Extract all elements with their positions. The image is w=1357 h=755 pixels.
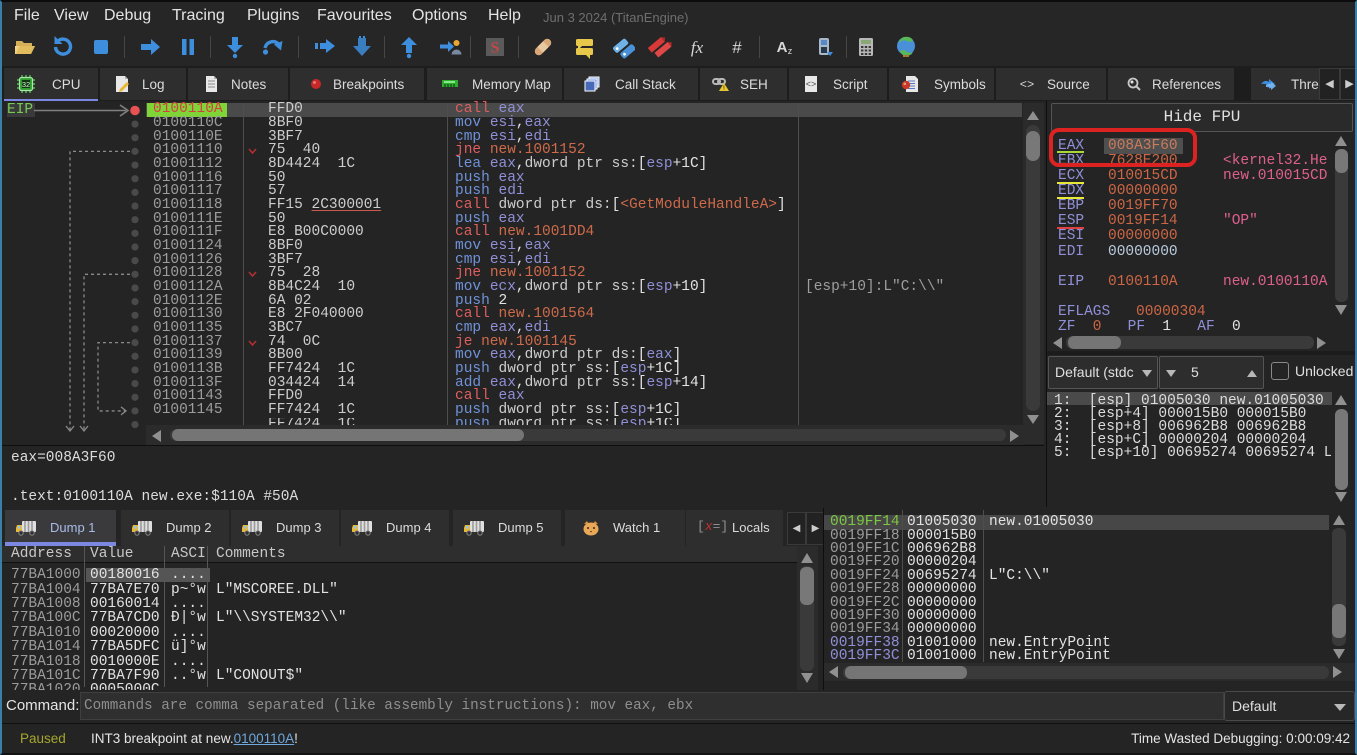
svg-text:fx: fx — [691, 38, 704, 57]
svg-text:S: S — [491, 40, 500, 57]
svg-text:32: 32 — [22, 80, 30, 89]
svg-text:z: z — [788, 46, 793, 56]
svg-text:<>: <> — [1020, 78, 1034, 92]
svg-text:#: # — [732, 38, 742, 57]
svg-text:<>: <> — [806, 79, 817, 89]
svg-text:A: A — [777, 39, 788, 56]
